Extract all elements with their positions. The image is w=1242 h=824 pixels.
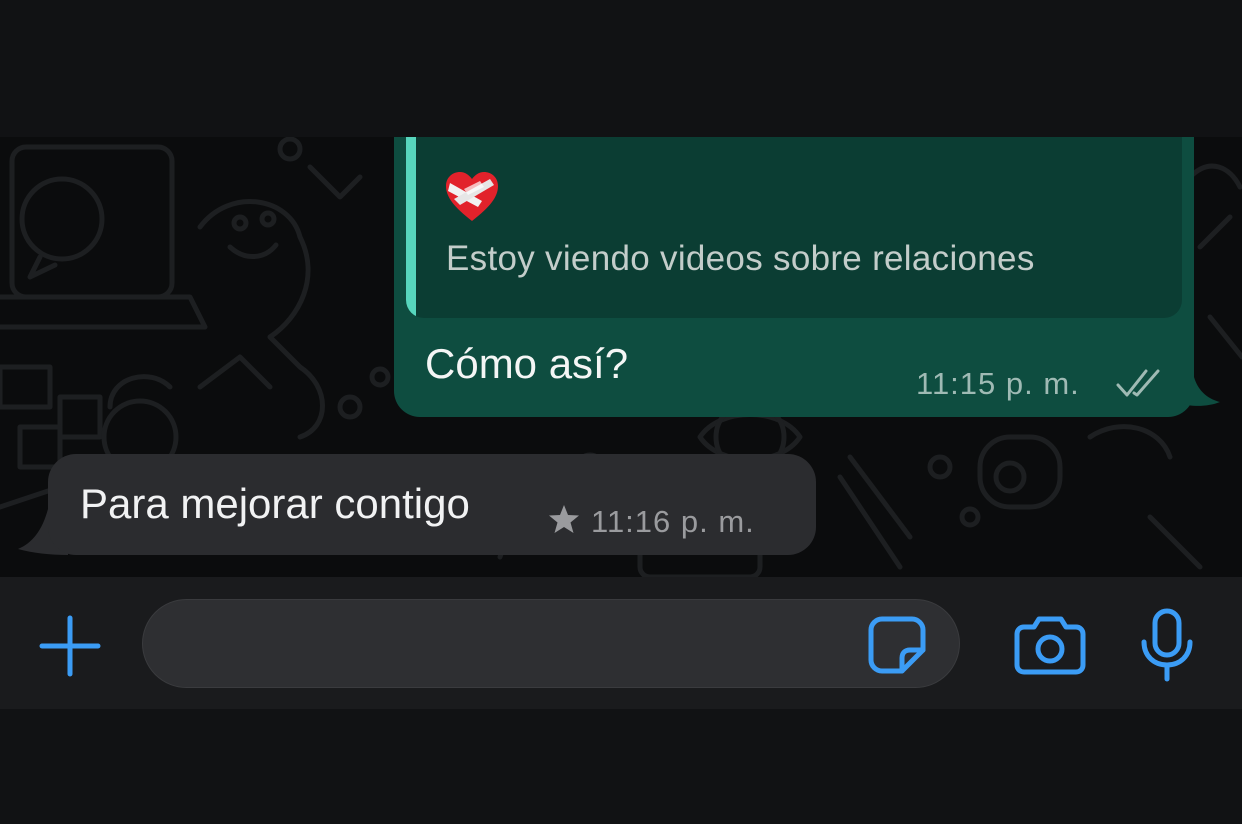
outgoing-message-text: Cómo así? <box>425 340 629 387</box>
star-icon <box>549 505 579 533</box>
camera-icon[interactable] <box>1014 615 1086 675</box>
sticker-icon[interactable] <box>868 616 926 674</box>
quoted-message-text: Estoy viendo videos sobre relaciones <box>446 239 1035 278</box>
bottom-area <box>0 709 1242 824</box>
double-check-icon <box>1116 369 1160 397</box>
chat-screen: Estoy viendo videos sobre relaciones Cóm… <box>0 0 1242 824</box>
incoming-message-text: Para mejorar contigo <box>80 480 470 527</box>
chat-messages-area[interactable]: Estoy viendo videos sobre relaciones Cóm… <box>0 137 1242 577</box>
message-input[interactable] <box>142 599 960 688</box>
quoted-message[interactable]: Estoy viendo videos sobre relaciones <box>406 137 1182 318</box>
quote-accent-bar <box>406 137 416 318</box>
plus-icon[interactable] <box>38 614 102 678</box>
outgoing-message-time: 11:15 p. m. <box>916 366 1080 401</box>
mending-heart-icon <box>446 172 498 221</box>
microphone-icon[interactable] <box>1140 608 1194 682</box>
incoming-message-time: 11:16 p. m. <box>591 504 755 539</box>
outgoing-bubble-tail <box>1180 377 1220 406</box>
